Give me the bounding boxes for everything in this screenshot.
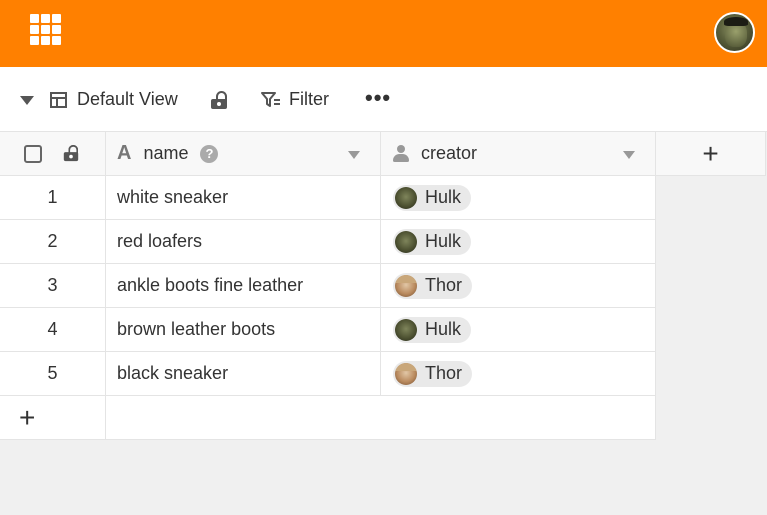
view-dropdown-caret-icon[interactable] — [20, 96, 34, 105]
collaborator-name: Thor — [425, 363, 463, 383]
name-cell[interactable]: black sneaker — [106, 352, 381, 396]
collaborator-name: Hulk — [425, 231, 462, 251]
creator-cell[interactable]: Hulk — [381, 308, 656, 352]
collaborator-chip: Hulk — [393, 228, 472, 255]
row-index: 1 — [0, 176, 106, 220]
creator-cell[interactable]: Hulk — [381, 176, 656, 220]
name-cell[interactable]: ankle boots fine leather — [106, 264, 381, 308]
table-header: A name ? creator + — [0, 132, 766, 176]
collaborator-chip: Thor — [393, 272, 473, 299]
select-all-checkbox[interactable] — [24, 145, 42, 163]
row-index: 2 — [0, 220, 106, 264]
help-icon[interactable]: ? — [200, 144, 219, 163]
name-cell[interactable]: brown leather boots — [106, 308, 381, 352]
add-column-button[interactable]: + — [656, 132, 766, 176]
name-cell[interactable]: red loafers — [106, 220, 381, 264]
collaborator-name: Hulk — [425, 319, 462, 339]
collaborator-chip: Hulk — [393, 184, 472, 211]
table-row: 5 black sneaker Thor — [0, 352, 656, 396]
add-row[interactable]: + — [0, 396, 656, 440]
collaborator-name: Thor — [425, 275, 463, 295]
thor-avatar — [395, 274, 417, 297]
thor-avatar — [395, 362, 417, 385]
creator-cell[interactable]: Hulk — [381, 220, 656, 264]
plus-icon: + — [19, 401, 36, 433]
filter-button[interactable]: Filter — [261, 89, 329, 110]
column-menu-caret-icon[interactable] — [348, 151, 360, 159]
column-menu-caret-icon[interactable] — [623, 151, 635, 159]
column-name-label: name — [143, 143, 189, 163]
row-index: 3 — [0, 264, 106, 308]
hulk-avatar — [395, 318, 417, 341]
more-options-button[interactable]: ••• — [365, 87, 391, 109]
user-avatar[interactable] — [714, 12, 755, 53]
top-bar — [0, 0, 767, 67]
table-view-icon — [50, 91, 67, 108]
column-creator-label: creator — [421, 143, 478, 163]
view-lock-icon[interactable] — [211, 91, 227, 109]
view-selector[interactable]: Default View — [50, 89, 178, 110]
creator-cell[interactable]: Thor — [381, 352, 656, 396]
apps-grid-icon[interactable] — [30, 14, 61, 45]
column-header-creator[interactable]: creator — [381, 132, 656, 176]
text-type-icon: A — [117, 142, 132, 164]
more-icon: ••• — [365, 85, 392, 110]
view-name: Default View — [77, 89, 178, 109]
plus-icon: + — [702, 137, 719, 169]
row-index: 4 — [0, 308, 106, 352]
creator-cell[interactable]: Thor — [381, 264, 656, 308]
table-row: 1 white sneaker Hulk — [0, 176, 656, 220]
row-lock-icon[interactable] — [63, 144, 79, 162]
table-row: 2 red loafers Hulk — [0, 220, 656, 264]
column-header-name[interactable]: A name ? — [106, 132, 381, 176]
table-row: 3 ankle boots fine leather Thor — [0, 264, 656, 308]
collaborator-chip: Hulk — [393, 316, 472, 343]
header-select-cell — [0, 132, 106, 176]
view-toolbar: Default View Filter ••• — [0, 67, 767, 132]
filter-label: Filter — [289, 89, 329, 109]
hulk-avatar — [395, 186, 417, 209]
collaborator-chip: Thor — [393, 360, 473, 387]
table-row: 4 brown leather boots Hulk — [0, 308, 656, 352]
hulk-avatar — [395, 230, 417, 253]
person-icon — [393, 144, 409, 163]
collaborator-name: Hulk — [425, 187, 462, 207]
filter-icon — [261, 91, 280, 107]
add-row-button[interactable]: + — [0, 396, 106, 440]
add-row-empty-area[interactable] — [106, 396, 656, 440]
name-cell[interactable]: white sneaker — [106, 176, 381, 220]
row-index: 5 — [0, 352, 106, 396]
